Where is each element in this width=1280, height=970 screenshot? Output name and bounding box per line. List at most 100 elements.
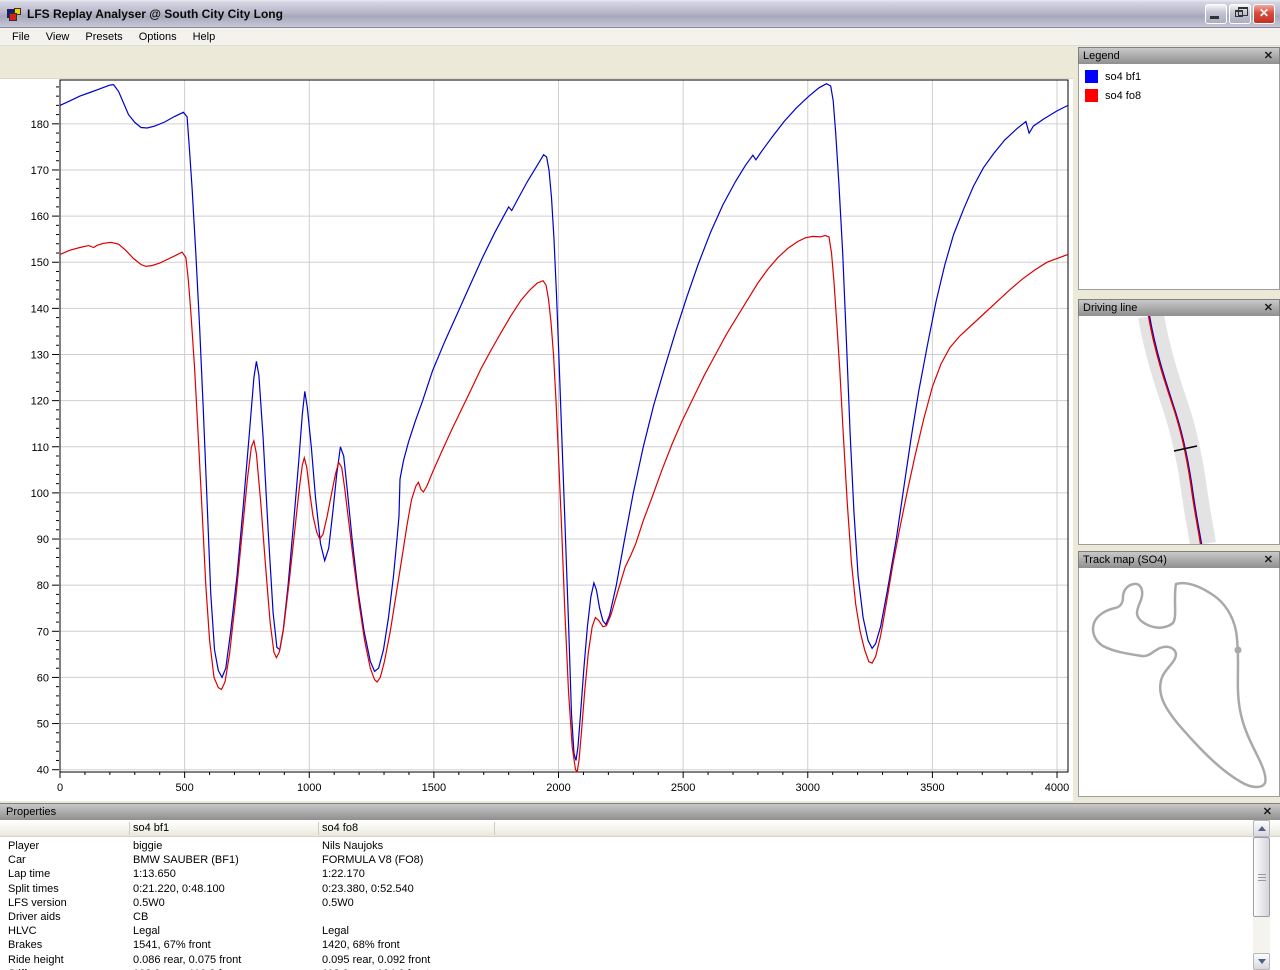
track-map-view <box>1078 568 1280 797</box>
svg-text:150: 150 <box>31 257 49 269</box>
legend-panel-body: so4 bf1 so4 fo8 <box>1078 64 1280 290</box>
svg-text:170: 170 <box>31 165 49 177</box>
car-position-dot <box>1234 646 1242 654</box>
property-value-bf1: Legal <box>133 925 160 938</box>
svg-text:3000: 3000 <box>796 782 820 794</box>
track-map-panel-title: Track map (SO4) <box>1083 554 1167 566</box>
scroll-up-button[interactable] <box>1253 820 1270 837</box>
property-label: Brakes <box>8 939 43 952</box>
properties-panel-title: Properties <box>6 806 57 818</box>
track-map-panel-header: Track map (SO4) ✕ <box>1078 551 1280 568</box>
svg-text:0: 0 <box>57 782 63 794</box>
svg-text:4000: 4000 <box>1045 782 1069 794</box>
title-bar: LFS Replay Analyser @ South City City Lo… <box>0 0 1280 28</box>
legend-panel-title: Legend <box>1083 50 1120 62</box>
track-map-graphic <box>1091 582 1267 789</box>
legend-panel: Legend ✕ so4 bf1 so4 fo8 <box>1078 47 1280 290</box>
minimize-icon <box>1210 16 1219 19</box>
svg-text:130: 130 <box>31 349 49 361</box>
close-icon[interactable]: ✕ <box>1262 50 1275 62</box>
menu-item-presets[interactable]: Presets <box>77 29 130 45</box>
close-icon: ✕ <box>1258 6 1270 20</box>
property-value-fo8: 1420, 68% front <box>322 939 400 952</box>
property-label: HLVC <box>8 925 37 938</box>
property-value-bf1: 1541, 67% front <box>133 939 211 952</box>
svg-text:80: 80 <box>37 580 49 592</box>
property-value-fo8: Nils Naujoks <box>322 840 384 852</box>
svg-text:180: 180 <box>31 119 49 131</box>
property-value-bf1: 1:13.650 <box>133 868 176 881</box>
app-window: { "window": { "title": "LFS Replay Analy… <box>0 0 1280 970</box>
property-value-bf1: BMW SAUBER (BF1) <box>133 854 239 867</box>
menu-item-help[interactable]: Help <box>185 29 224 45</box>
properties-column-header: so4 bf1 so4 fo8 <box>0 820 1280 837</box>
properties-scrollbar[interactable] <box>1253 820 1270 970</box>
property-value-bf1: 0.086 rear, 0.075 front <box>133 953 242 966</box>
legend-item: so4 fo8 <box>1085 89 1279 102</box>
driving-line-panel-header: Driving line ✕ <box>1078 299 1280 316</box>
arrow-up-icon <box>1257 826 1266 831</box>
svg-text:90: 90 <box>37 534 49 546</box>
property-label: Split times <box>8 882 59 895</box>
legend-color-swatch <box>1085 89 1098 102</box>
svg-text:140: 140 <box>31 303 49 315</box>
menu-item-view[interactable]: View <box>38 29 78 45</box>
restore-icon <box>1235 7 1248 17</box>
close-button[interactable]: ✕ <box>1253 4 1275 24</box>
menu-bar: File View Presets Options Help <box>0 28 1280 46</box>
track-map-panel: Track map (SO4) ✕ <box>1078 551 1280 797</box>
property-label: Ride height <box>8 953 64 966</box>
property-label: Player <box>8 840 40 852</box>
svg-text:100: 100 <box>31 488 49 500</box>
property-label: LFS version <box>8 896 67 909</box>
property-value-fo8: 0:23.380, 0:52.540 <box>322 882 414 895</box>
property-value-fo8: FORMULA V8 (FO8) <box>322 854 424 867</box>
menu-item-file[interactable]: File <box>4 29 38 45</box>
legend-panel-header: Legend ✕ <box>1078 47 1280 64</box>
property-value-bf1: 0.5W0 <box>133 896 165 909</box>
legend-item-label: so4 bf1 <box>1105 70 1142 83</box>
svg-text:500: 500 <box>175 782 193 794</box>
svg-text:110: 110 <box>31 442 49 454</box>
close-icon[interactable]: ✕ <box>1262 554 1275 566</box>
svg-text:1000: 1000 <box>297 782 321 794</box>
property-label: Car <box>8 854 26 867</box>
svg-text:50: 50 <box>37 719 49 731</box>
svg-text:60: 60 <box>37 672 49 684</box>
svg-text:2500: 2500 <box>671 782 695 794</box>
svg-text:3500: 3500 <box>920 782 944 794</box>
property-value-bf1: CB <box>133 911 149 923</box>
svg-text:40: 40 <box>37 765 49 777</box>
driving-line-graphic <box>1138 316 1216 544</box>
column-header-1: so4 bf1 <box>133 822 170 834</box>
column-header-2: so4 fo8 <box>322 822 359 834</box>
legend-item-label: so4 fo8 <box>1105 89 1142 102</box>
property-value-fo8: 1:22.170 <box>322 868 365 881</box>
driving-line-view <box>1078 316 1280 545</box>
app-icon <box>6 6 22 22</box>
scrollbar-thumb[interactable] <box>1253 837 1270 917</box>
close-icon[interactable]: ✕ <box>1261 806 1274 818</box>
property-label: Driver aids <box>8 911 61 923</box>
legend-color-swatch <box>1085 70 1098 83</box>
svg-text:70: 70 <box>37 626 49 638</box>
property-value-fo8: Legal <box>322 925 349 938</box>
properties-table: so4 bf1 so4 fo8 Player biggie Nils Naujoks… <box>0 820 1280 970</box>
property-label: Lap time <box>8 868 51 881</box>
property-value-bf1: biggie <box>133 840 163 852</box>
menu-item-options[interactable]: Options <box>131 29 185 45</box>
property-value-fo8: 0.5W0 <box>322 896 354 909</box>
speed-chart[interactable]: 0 500 1000 1500 2000 2500 3000 3500 4000 40 50 60 70… <box>0 78 1073 801</box>
scroll-down-button[interactable] <box>1253 953 1270 970</box>
svg-text:120: 120 <box>31 396 49 408</box>
property-value-bf1: 0:21.220, 0:48.100 <box>133 882 225 895</box>
svg-text:160: 160 <box>31 211 49 223</box>
svg-text:1500: 1500 <box>422 782 446 794</box>
minimize-button[interactable] <box>1205 4 1227 24</box>
restore-button[interactable] <box>1229 4 1251 24</box>
property-value-fo8: 0.095 rear, 0.092 front <box>322 953 431 966</box>
driving-line-panel: Driving line ✕ <box>1078 299 1280 545</box>
close-icon[interactable]: ✕ <box>1262 302 1275 314</box>
window-title: LFS Replay Analyser @ South City City Lo… <box>27 6 283 21</box>
driving-line-panel-title: Driving line <box>1083 302 1138 314</box>
